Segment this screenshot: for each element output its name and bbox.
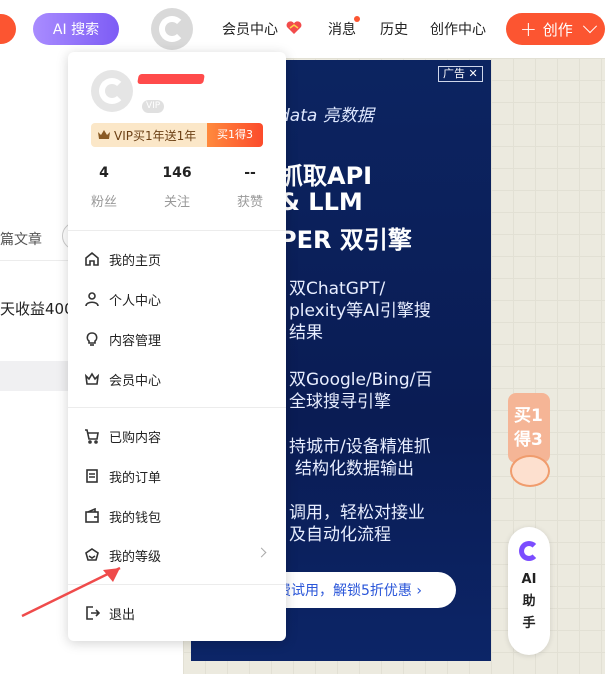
ad-brand: data 亮数据 <box>279 106 374 126</box>
menu-item-homepage[interactable]: 我的主页 <box>83 247 273 271</box>
menu-avatar[interactable] <box>91 70 133 112</box>
stat-label: 粉丝 <box>90 195 117 210</box>
menu-divider <box>68 407 286 408</box>
menu-item-label: 内容管理 <box>109 333 162 349</box>
heart-icon <box>286 21 302 34</box>
ai-logo-icon <box>519 541 539 561</box>
chevron-right-icon <box>256 547 267 558</box>
earnings-text: 天收益400 <box>0 300 74 318</box>
chevron-down-icon <box>582 19 597 34</box>
buy-promo-text-1: 买1 <box>514 406 543 426</box>
create-label: 创作 <box>542 20 573 39</box>
menu-item-label: 我的主页 <box>109 253 162 269</box>
menu-item-label: 我的钱包 <box>109 510 162 526</box>
nav-messages[interactable]: 消息 <box>328 19 356 39</box>
menu-item-purchased[interactable]: 已购内容 <box>83 424 273 448</box>
nav-left-button[interactable] <box>0 14 16 44</box>
menu-item-label: 我的订单 <box>109 470 162 486</box>
redacted-username <box>137 74 205 84</box>
csdn-logo-icon <box>99 78 125 104</box>
stat-following[interactable]: 146 关注 <box>152 165 202 210</box>
nav-member-center[interactable]: 会员中心 <box>222 19 278 39</box>
ai-helper-button[interactable]: AI 助 手 <box>508 527 550 655</box>
menu-item-member-center[interactable]: 会员中心 <box>83 367 273 391</box>
stat-likes[interactable]: -- 获赞 <box>225 165 275 210</box>
menu-item-content-management[interactable]: 内容管理 <box>83 327 273 351</box>
vip-badge: VIP <box>142 100 165 113</box>
stat-value: 4 <box>99 165 109 181</box>
nav-history[interactable]: 历史 <box>380 19 408 39</box>
ai-helper-char: AI <box>521 572 537 587</box>
crown-icon <box>98 130 110 139</box>
buy-promo-float[interactable]: 买1 得3 <box>508 393 550 493</box>
plus-icon: + <box>520 17 537 41</box>
ad-tag[interactable]: 广告 ✕ <box>438 66 483 82</box>
wallet-icon <box>83 507 101 525</box>
ad-title-2: & LLM <box>279 188 363 216</box>
nav-creator-center[interactable]: 创作中心 <box>430 19 486 39</box>
ad-title-1: 抓取API <box>279 162 373 190</box>
menu-item-wallet[interactable]: 我的钱包 <box>83 504 273 528</box>
buy-promo-text-2: 得3 <box>514 430 543 450</box>
vip-promo-bar[interactable]: VIP买1年送1年 买1得3 <box>91 123 263 147</box>
ad-line-9: 及自动化流程 <box>289 525 391 545</box>
menu-item-personal-center[interactable]: 个人中心 <box>83 287 273 311</box>
home-icon <box>83 250 101 268</box>
stat-label: 关注 <box>163 195 190 210</box>
ai-helper-char: 助 <box>522 594 536 609</box>
ad-line-7: 结构化数据输出 <box>295 459 414 479</box>
ad-line-3: 结果 <box>289 323 323 343</box>
gift-icon <box>510 455 550 487</box>
ad-line-5: 全球搜寻引擎 <box>289 392 391 412</box>
ad-title-3: PER 双引擎 <box>279 226 412 254</box>
vip-promo-text: VIP买1年送1年 <box>114 129 197 143</box>
create-button[interactable]: + 创作 <box>506 13 605 45</box>
ai-search-button[interactable]: AI 搜索 <box>33 13 119 45</box>
menu-item-label: 已购内容 <box>109 430 162 446</box>
menu-item-label: 会员中心 <box>109 373 162 389</box>
bulb-icon <box>83 330 101 348</box>
order-icon <box>83 467 101 485</box>
menu-item-label: 个人中心 <box>109 293 162 309</box>
stat-label: 获赞 <box>236 195 263 210</box>
article-count-text: 篇文章 <box>0 232 42 248</box>
user-avatar[interactable] <box>151 8 193 50</box>
user-icon <box>83 290 101 308</box>
user-dropdown-menu: VIP VIP买1年送1年 买1得3 4 粉丝 146 关注 -- 获赞 我的主… <box>68 52 286 641</box>
cart-icon <box>83 427 101 445</box>
top-navbar: AI 搜索 会员中心 消息 历史 创作中心 + 创作 <box>0 0 605 58</box>
stat-fans[interactable]: 4 粉丝 <box>79 165 129 210</box>
menu-divider <box>68 230 286 231</box>
ai-helper-char: 手 <box>522 616 536 631</box>
vip-buy-badge[interactable]: 买1得3 <box>207 123 263 147</box>
stat-value: -- <box>244 165 256 181</box>
ai-helper-label: AI 助 手 <box>522 569 537 635</box>
stat-value: 146 <box>162 165 192 181</box>
menu-item-orders[interactable]: 我的订单 <box>83 464 273 488</box>
csdn-logo-icon <box>159 16 185 42</box>
annotation-arrow-icon <box>21 566 121 618</box>
crown-icon <box>83 370 101 388</box>
ad-cta-button[interactable]: 费试用，解锁5折优惠 › <box>261 572 456 608</box>
unread-dot <box>354 16 360 22</box>
